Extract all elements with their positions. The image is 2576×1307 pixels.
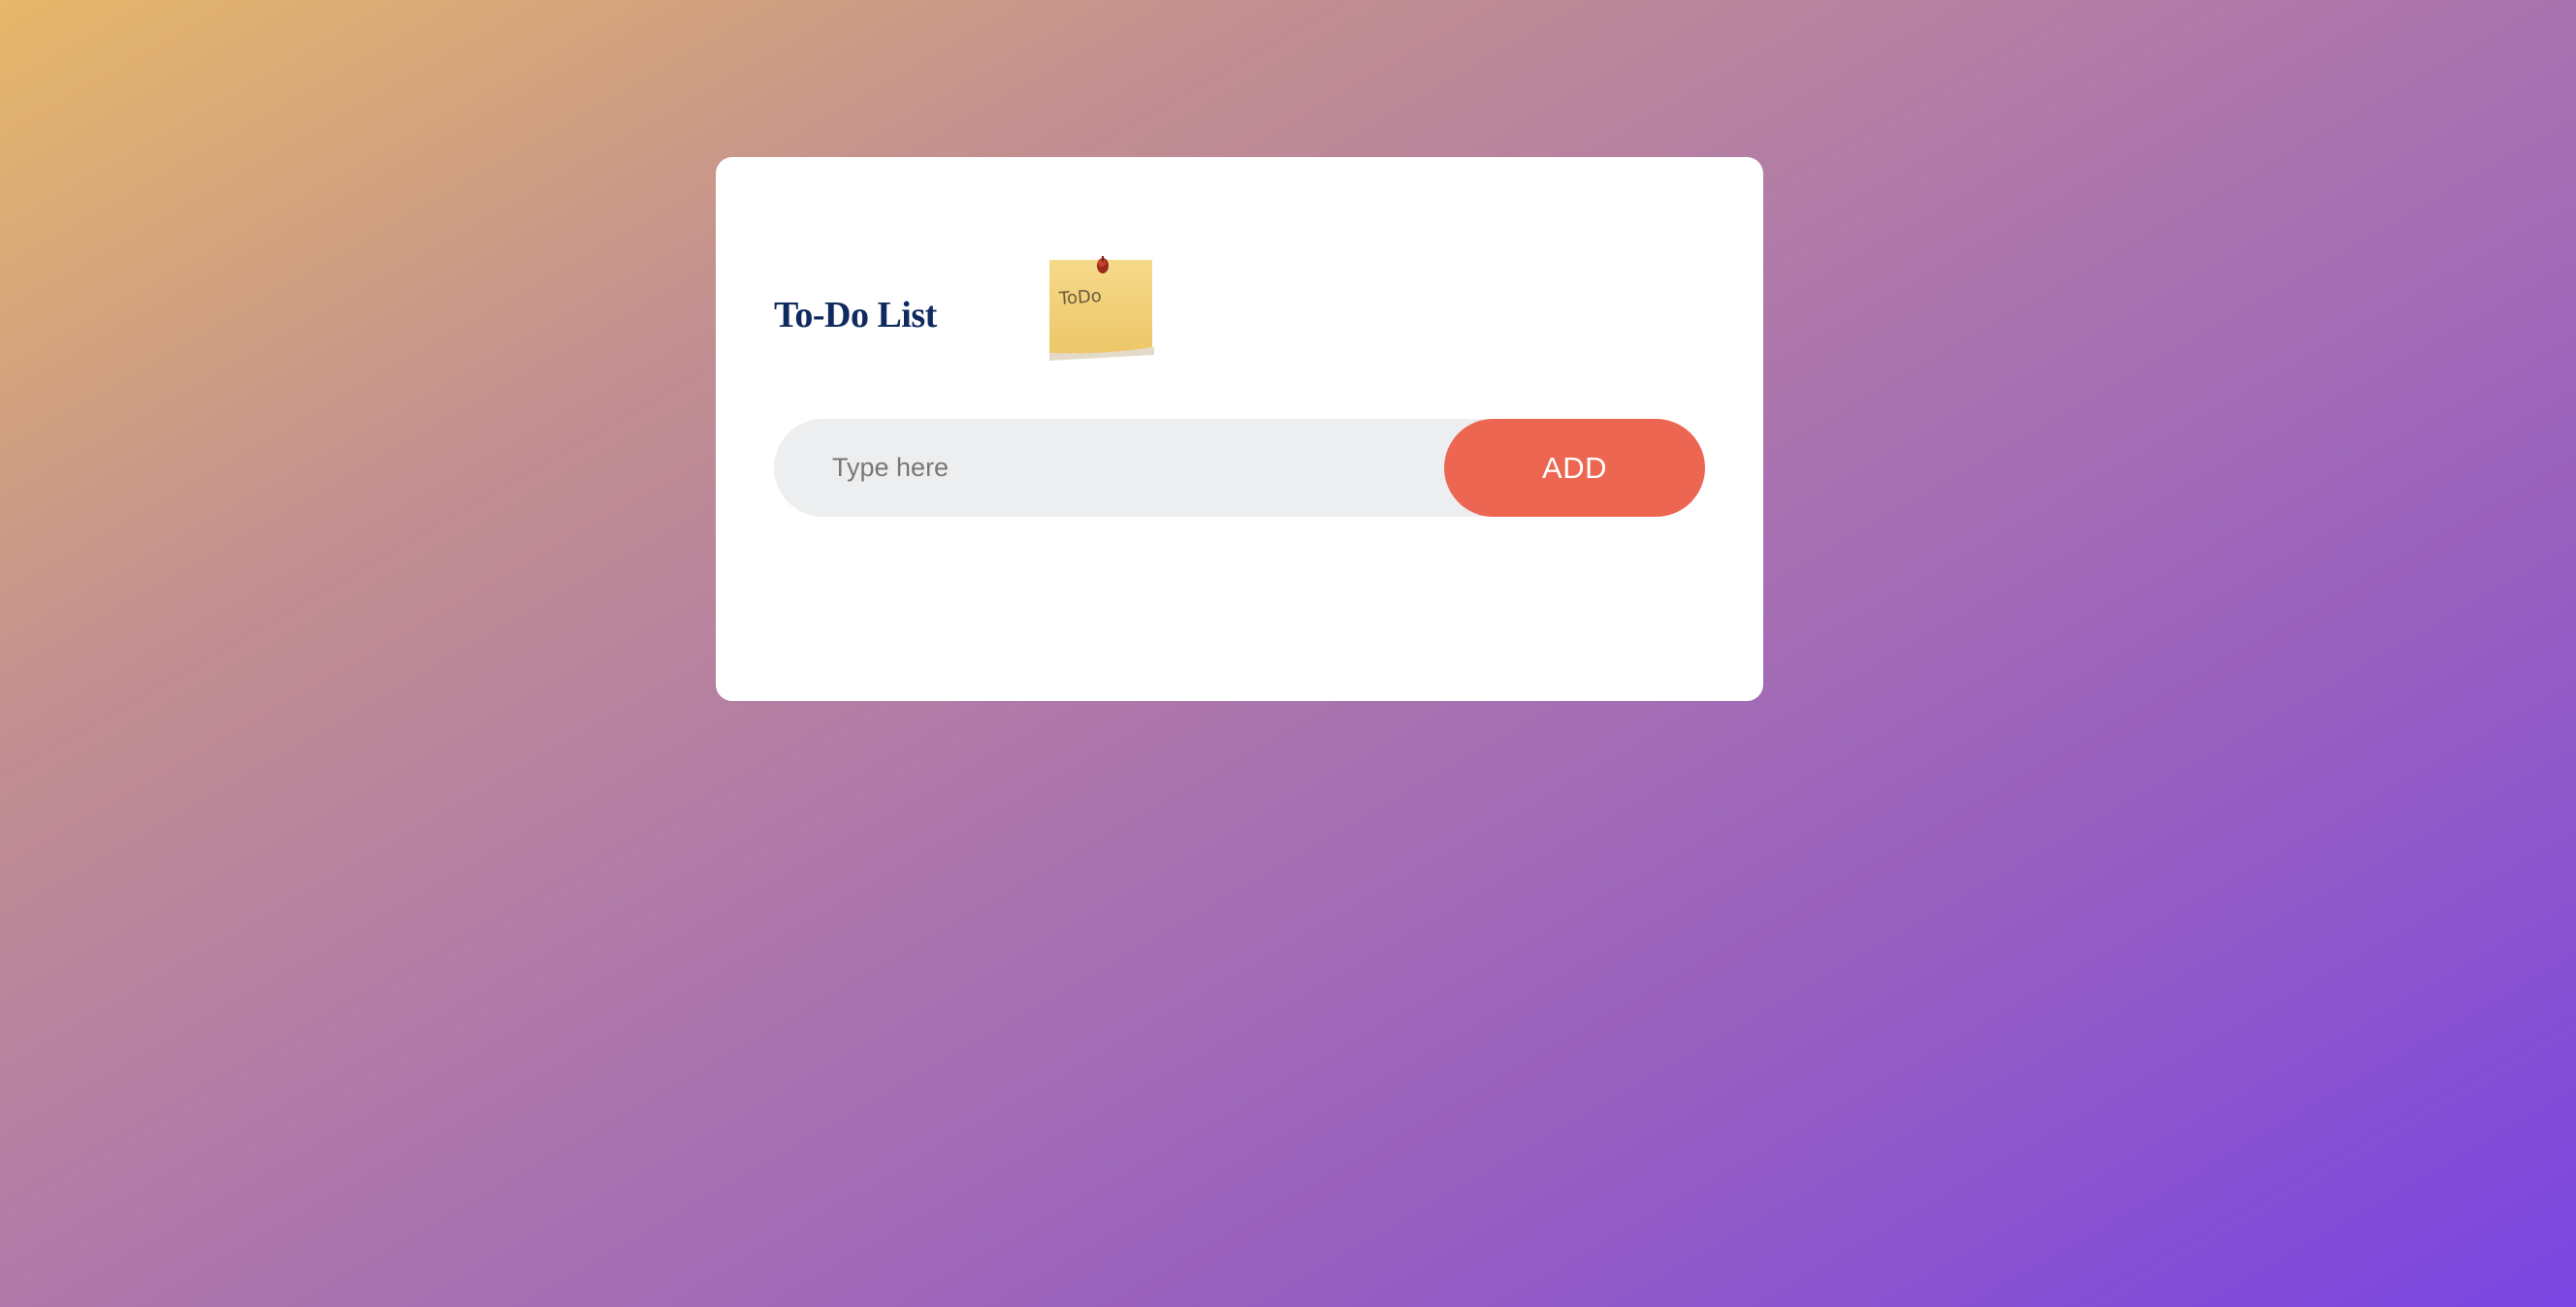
sticky-note-todo-icon: ToDo — [1049, 256, 1154, 361]
task-input[interactable] — [774, 418, 1444, 518]
todo-app-card: To-Do List ToDo ADD — [716, 157, 1763, 701]
add-button[interactable]: ADD — [1444, 419, 1705, 517]
header-row: To-Do List ToDo — [774, 249, 1154, 380]
task-input-row: ADD — [774, 418, 1705, 518]
sticky-note-text: ToDo — [1057, 286, 1102, 309]
app-title: To-Do List — [774, 294, 937, 335]
